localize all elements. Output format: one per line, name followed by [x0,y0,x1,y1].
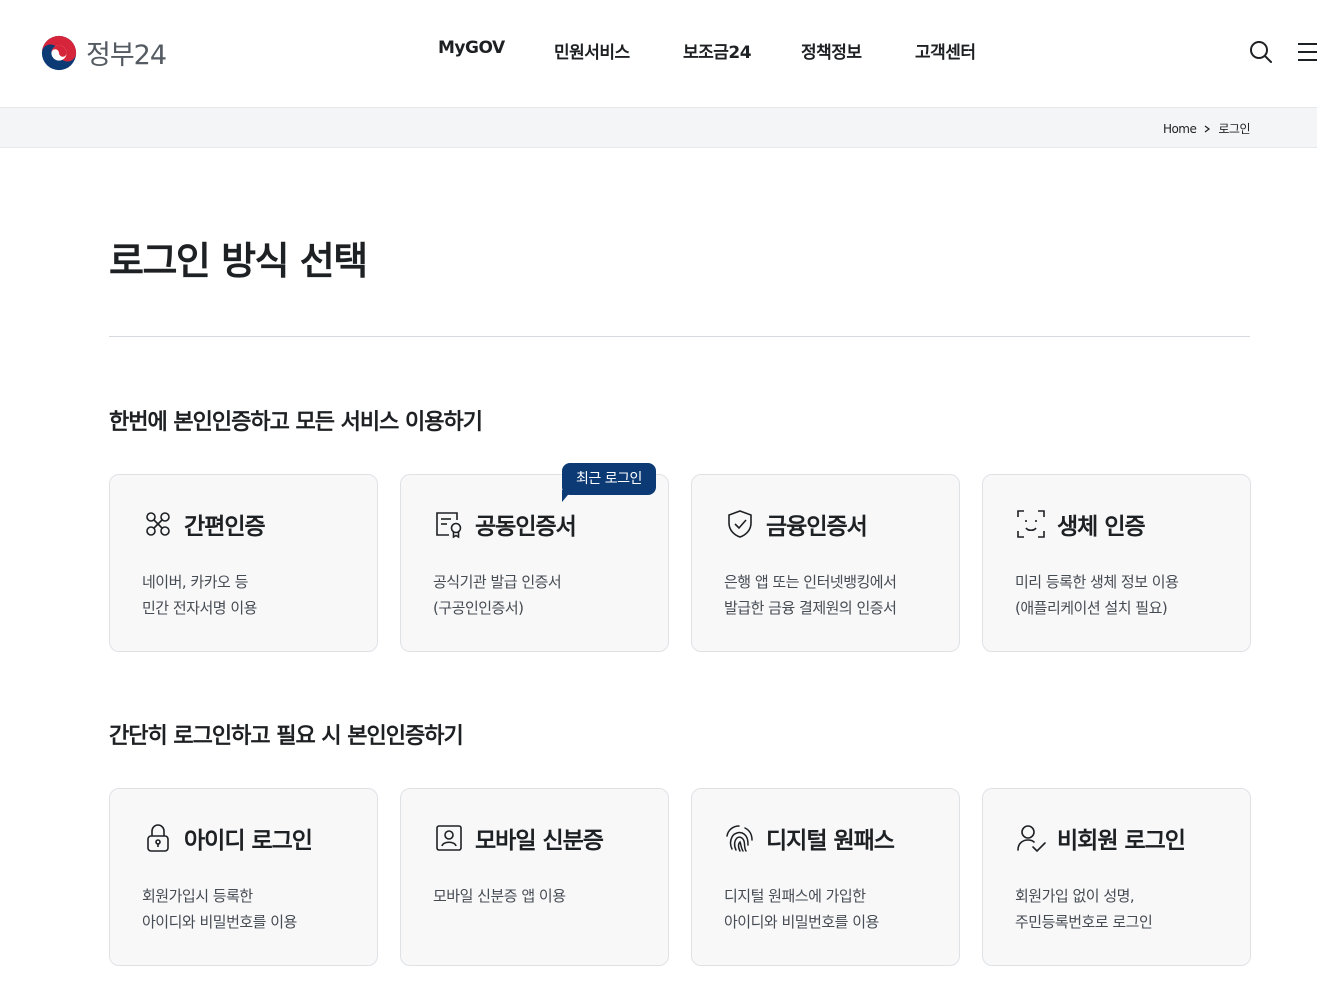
breadcrumb-home[interactable]: Home [1163,122,1197,136]
breadcrumb: Home 로그인 [1163,120,1251,137]
card-description: 모바일 신분증 앱 이용 [433,883,566,909]
certificate-icon [436,512,462,539]
title-divider [109,336,1250,337]
page-title: 로그인 방식 선택 [109,239,368,283]
face-scan-icon [1017,510,1045,538]
card-title: 생체 인증 [1057,514,1146,540]
card-desc-line: 모바일 신분증 앱 이용 [433,887,566,905]
nav-customer-center[interactable]: 고객센터 [915,38,976,63]
shield-check-icon [728,510,752,538]
card-title: 모바일 신분증 [475,828,604,854]
simple-auth-icon [146,512,170,536]
section-title-simple-login: 간단히 로그인하고 필요 시 본인인증하기 [109,724,464,749]
site-header: 정부24 MyGOV 민원서비스 보조금24 정책정보 고객센터 [0,0,1317,107]
id-card-icon [436,825,462,851]
badge-tail [562,490,572,502]
card-title: 금융인증서 [766,514,868,540]
card-desc-line: 디지털 원패스에 가입한 [724,887,866,905]
nav-subsidy[interactable]: 보조금24 [683,38,752,63]
user-check-icon [1017,825,1046,853]
card-desc-line: (구공인인증서) [433,599,524,617]
card-biometric-auth[interactable]: 생체 인증 미리 등록한 생체 정보 이용 (애플리케이션 설치 필요) [982,474,1251,652]
card-desc-line: 네이버, 카카오 등 [142,573,248,591]
card-desc-line: 회원가입시 등록한 [142,887,253,905]
card-desc-line: (애플리케이션 설치 필요) [1015,599,1168,617]
card-mobile-id[interactable]: 모바일 신분증 모바일 신분증 앱 이용 [400,788,669,966]
card-desc-line: 발급한 금융 결제원의 인증서 [724,599,897,617]
card-description: 회원가입 없이 성명, 주민등록번호로 로그인 [1015,883,1153,935]
card-desc-line: 아이디와 비밀번호를 이용 [142,913,297,931]
card-desc-line: 주민등록번호로 로그인 [1015,913,1153,931]
nav-policy[interactable]: 정책정보 [801,38,862,63]
main-nav: MyGOV 민원서비스 보조금24 정책정보 고객센터 [0,38,1317,68]
recent-login-badge: 최근 로그인 [562,463,656,495]
chevron-right-icon [1205,125,1211,132]
lock-icon [147,824,169,852]
card-description: 회원가입시 등록한 아이디와 비밀번호를 이용 [142,883,297,935]
card-desc-line: 미리 등록한 생체 정보 이용 [1015,573,1179,591]
card-title: 비회원 로그인 [1057,828,1186,854]
card-description: 미리 등록한 생체 정보 이용 (애플리케이션 설치 필요) [1015,569,1179,621]
card-desc-line: 은행 앱 또는 인터넷뱅킹에서 [724,573,897,591]
card-title: 아이디 로그인 [184,828,313,854]
card-description: 공식기관 발급 인증서 (구공인인증서) [433,569,562,621]
card-title: 디지털 원패스 [766,828,895,854]
card-desc-line: 민간 전자서명 이용 [142,599,257,617]
card-desc-line: 회원가입 없이 성명, [1015,887,1135,905]
breadcrumb-current: 로그인 [1218,122,1250,136]
card-description: 디지털 원패스에 가입한 아이디와 비밀번호를 이용 [724,883,879,935]
card-title: 간편인증 [184,514,266,540]
card-desc-line: 아이디와 비밀번호를 이용 [724,913,879,931]
card-financial-certificate[interactable]: 금융인증서 은행 앱 또는 인터넷뱅킹에서 발급한 금융 결제원의 인증서 [691,474,960,652]
card-joint-certificate[interactable]: 공동인증서 공식기관 발급 인증서 (구공인인증서) [400,474,669,652]
card-guest-login[interactable]: 비회원 로그인 회원가입 없이 성명, 주민등록번호로 로그인 [982,788,1251,966]
breadcrumb-bar: Home 로그인 [0,107,1317,148]
menu-icon[interactable] [1294,38,1317,66]
nav-mygov[interactable]: MyGOV [438,38,505,58]
fingerprint-icon [726,825,753,852]
card-digital-onepass[interactable]: 디지털 원패스 디지털 원패스에 가입한 아이디와 비밀번호를 이용 [691,788,960,966]
section-title-identity: 한번에 본인인증하고 모든 서비스 이용하기 [109,410,483,435]
search-icon[interactable] [1247,38,1275,66]
card-id-login[interactable]: 아이디 로그인 회원가입시 등록한 아이디와 비밀번호를 이용 [109,788,378,966]
card-description: 은행 앱 또는 인터넷뱅킹에서 발급한 금융 결제원의 인증서 [724,569,897,621]
card-desc-line: 공식기관 발급 인증서 [433,573,562,591]
card-simple-auth[interactable]: 간편인증 네이버, 카카오 등 민간 전자서명 이용 [109,474,378,652]
card-description: 네이버, 카카오 등 민간 전자서명 이용 [142,569,257,621]
nav-civil-service[interactable]: 민원서비스 [554,38,630,63]
card-title: 공동인증서 [475,514,577,540]
